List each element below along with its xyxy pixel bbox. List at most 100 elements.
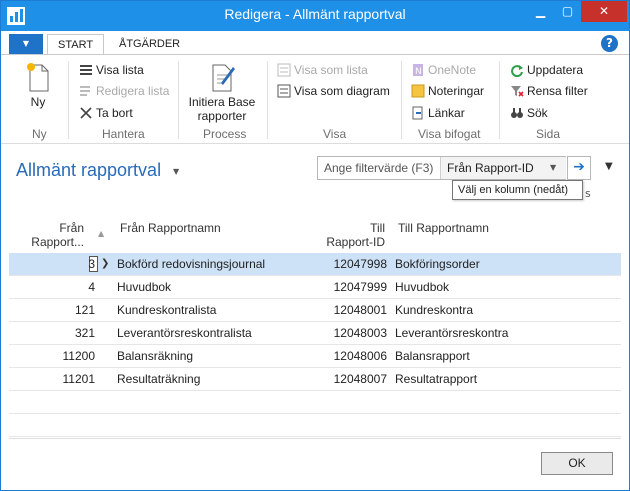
link-icon xyxy=(411,106,425,120)
cell-to-name: Resultatrapport xyxy=(395,372,478,386)
header-from-id[interactable]: Från Rapport... xyxy=(29,221,84,249)
table-row[interactable]: 11201 Resultaträkning 12048007 Resultatr… xyxy=(9,368,621,391)
expand-chevron-icon[interactable]: ▼ xyxy=(605,161,613,172)
note-icon xyxy=(411,84,425,98)
cell-to-id: 12047999 xyxy=(333,280,387,294)
cell-to-name: Huvudbok xyxy=(395,280,450,294)
chevron-down-icon: ▼ xyxy=(550,163,557,172)
cell-to-id: 12048007 xyxy=(333,372,387,386)
tab-start[interactable]: START xyxy=(47,34,105,55)
application-menu-button[interactable]: ▼ xyxy=(9,34,43,54)
filter-input[interactable]: Ange filtervärde (F3) Från Rapport-ID ▼ xyxy=(317,156,566,180)
show-as-chart-label: Visa som diagram xyxy=(294,84,390,98)
close-button[interactable]: ✕ xyxy=(581,1,627,22)
group-label-ny: Ny xyxy=(32,127,47,141)
hidden-text-behind-tooltip: s xyxy=(585,187,591,200)
cell-from-name: Huvudbok xyxy=(117,280,172,294)
cell-to-name: Kundreskontra xyxy=(395,303,474,317)
links-button[interactable]: Länkar xyxy=(411,106,465,120)
edit-list-button[interactable]: Redigera lista xyxy=(79,84,169,98)
cell-from-name: Resultaträkning xyxy=(117,372,201,386)
init-line1: Initiera Base xyxy=(188,95,256,109)
cell-from-name: Bokförd redovisningsjournal xyxy=(117,257,266,271)
cell-to-id: 12048006 xyxy=(333,349,387,363)
empty-row xyxy=(9,391,621,414)
cell-to-name: Bokföringsorder xyxy=(395,257,480,271)
group-label-sida: Sida xyxy=(536,127,561,141)
ribbon-tab-bar: ▼ START ÅTGÄRDER ? xyxy=(1,31,629,55)
clear-filter-button[interactable]: Rensa filter xyxy=(510,84,588,98)
group-label-visa: Visa xyxy=(323,127,347,141)
notes-button[interactable]: Noteringar xyxy=(411,84,484,98)
help-icon[interactable]: ? xyxy=(601,35,618,52)
header-to-name[interactable]: Till Rapportnamn xyxy=(398,221,489,235)
list-view-icon xyxy=(277,63,291,77)
filter-column-select[interactable]: Från Rapport-ID ▼ xyxy=(440,157,566,179)
header-to-id-line1: Till xyxy=(370,221,385,235)
table-row[interactable]: 321 Leverantörsreskontralista 12048003 L… xyxy=(9,322,621,345)
sort-ascending-icon: ▲ xyxy=(98,229,105,238)
show-as-chart-button[interactable]: Visa som diagram xyxy=(277,84,390,98)
header-to-id[interactable]: Till Rapport-ID xyxy=(301,221,385,249)
new-button[interactable]: Ny xyxy=(19,61,57,109)
cell-from-name: Leverantörsreskontralista xyxy=(117,326,252,340)
clear-filter-label: Rensa filter xyxy=(527,84,588,98)
init-base-reports-button[interactable]: Initiera Base rapporter xyxy=(185,61,259,123)
cell-from-id: 321 xyxy=(74,326,95,340)
cell-from-id: 4 xyxy=(88,280,95,294)
table-row[interactable]: 121 Kundreskontralista 12048001 Kundresk… xyxy=(9,299,621,322)
chart-view-icon xyxy=(277,84,291,98)
edit-list-label: Redigera lista xyxy=(96,84,170,98)
tooltip: Välj en kolumn (nedåt) xyxy=(452,180,583,200)
new-button-label: Ny xyxy=(30,95,46,109)
page-title-dropdown-icon[interactable]: ▼ xyxy=(173,167,179,176)
cell-to-id: 12047998 xyxy=(333,257,387,271)
show-list-button[interactable]: Visa lista xyxy=(79,63,144,77)
delete-button[interactable]: Ta bort xyxy=(79,106,133,120)
dialog-window: Redigera - Allmänt rapportval ▁ ▢ ✕ ▼ ST… xyxy=(0,0,630,491)
search-button[interactable]: Sök xyxy=(510,106,548,120)
edit-list-icon xyxy=(79,84,93,98)
minimize-button[interactable]: ▁ xyxy=(527,1,554,22)
cell-from-id[interactable]: 3 xyxy=(9,257,95,271)
filter-placeholder: Ange filtervärde (F3) xyxy=(324,161,434,175)
cell-to-name: Balansrapport xyxy=(395,349,470,363)
tab-atgarder[interactable]: ÅTGÄRDER xyxy=(109,34,190,55)
maximize-button[interactable]: ▢ xyxy=(554,1,581,22)
links-label: Länkar xyxy=(428,106,465,120)
header-from-id-line1: Från xyxy=(59,221,84,235)
header-from-name[interactable]: Från Rapportnamn xyxy=(120,221,221,235)
filter-column-value: Från Rapport-ID xyxy=(447,161,534,175)
header-from-id-line2: Rapport... xyxy=(31,235,84,249)
refresh-button[interactable]: Uppdatera xyxy=(510,63,584,78)
table-row[interactable]: 3 ❯ Bokförd redovisningsjournal 12047998… xyxy=(9,253,621,276)
page-title: Allmänt rapportval xyxy=(16,160,162,180)
ok-button[interactable]: OK xyxy=(541,452,613,475)
cell-from-id: 11200 xyxy=(62,349,95,363)
onenote-button[interactable]: N OneNote xyxy=(411,63,476,77)
edit-document-icon xyxy=(212,64,235,92)
row-dropdown-chevron-icon[interactable]: ❯ xyxy=(101,258,109,269)
show-list-label: Visa lista xyxy=(96,63,144,77)
header-to-id-line2: Rapport-ID xyxy=(326,235,385,249)
title-bar: Redigera - Allmänt rapportval ▁ ▢ ✕ xyxy=(1,1,629,31)
empty-row xyxy=(9,414,621,437)
ribbon: Ny Ny Visa lista Redigera lista Ta bort … xyxy=(1,54,629,144)
table-row[interactable]: 4 Huvudbok 12047999 Huvudbok xyxy=(9,276,621,299)
group-label-hantera: Hantera xyxy=(102,127,145,141)
refresh-icon xyxy=(510,63,524,78)
onenote-label: OneNote xyxy=(428,63,477,77)
delete-label: Ta bort xyxy=(96,106,133,120)
search-label: Sök xyxy=(527,106,548,120)
show-as-list-button[interactable]: Visa som lista xyxy=(277,63,368,77)
list-icon xyxy=(79,63,93,77)
refresh-label: Uppdatera xyxy=(527,63,584,77)
new-document-icon xyxy=(27,63,49,92)
group-label-process: Process xyxy=(203,127,247,141)
svg-text:N: N xyxy=(415,67,422,77)
apply-filter-arrow-icon[interactable]: ➔ xyxy=(567,156,591,180)
binoculars-icon xyxy=(510,106,524,120)
cell-to-id: 12048001 xyxy=(333,303,387,317)
cell-from-id: 121 xyxy=(74,303,95,317)
table-row[interactable]: 11200 Balansräkning 12048006 Balansrappo… xyxy=(9,345,621,368)
